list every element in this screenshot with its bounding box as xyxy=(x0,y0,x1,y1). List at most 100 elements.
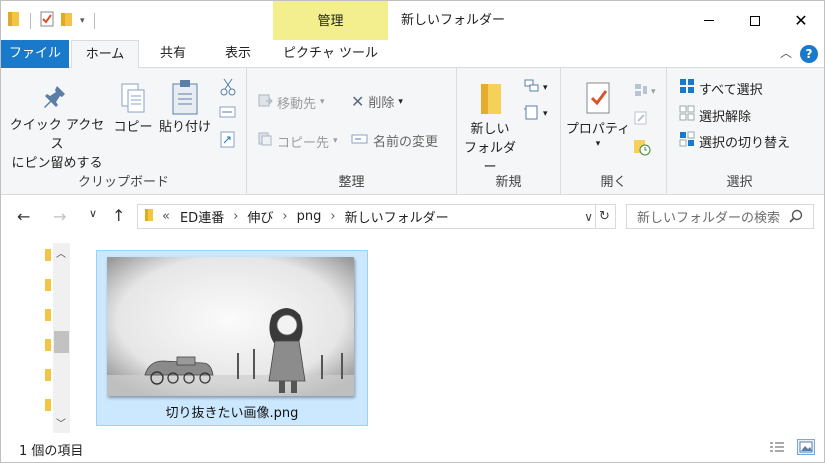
up-arrow-icon[interactable]: ↑ xyxy=(112,206,125,225)
nav-folder-icon[interactable] xyxy=(45,279,51,291)
select-none-icon xyxy=(679,105,695,125)
new-item-icon xyxy=(523,78,541,97)
image-thumbnail xyxy=(107,257,354,396)
nav-folder-icon[interactable] xyxy=(45,339,51,351)
nav-folder-icon[interactable] xyxy=(45,309,51,321)
chevron-down-icon: ▾ xyxy=(543,108,548,119)
select-all-button[interactable]: すべて選択 xyxy=(679,78,763,98)
minimize-icon xyxy=(704,20,714,21)
collapse-ribbon-chevron-up-icon[interactable]: ︿ xyxy=(780,44,792,61)
move-to-button[interactable]: 移動先 ▾ xyxy=(257,92,325,112)
new-folder-button[interactable]: 新しい フォルダー xyxy=(459,80,521,177)
delete-button[interactable]: ✕ 削除 ▾ xyxy=(351,92,403,111)
delete-label: 削除 xyxy=(368,96,395,111)
file-item[interactable]: 切り抜きたい画像.png xyxy=(96,250,368,426)
new-folder-icon[interactable] xyxy=(60,11,74,30)
organize-group: 移動先 ▾ ✕ 削除 ▾ コピー先 ▾ 名前の変更 整理 xyxy=(247,68,457,195)
folder-icon xyxy=(144,208,154,226)
help-icon[interactable]: ? xyxy=(800,45,818,63)
breadcrumb-overflow[interactable]: « xyxy=(162,209,170,224)
easy-access-button[interactable]: ▾ xyxy=(523,104,548,123)
edit-icon[interactable] xyxy=(633,110,649,129)
copy-button[interactable]: コピー xyxy=(111,82,155,137)
quick-access-toolbar: ▾ xyxy=(7,11,98,30)
history-icon[interactable] xyxy=(633,138,651,159)
folder-icon[interactable] xyxy=(7,11,21,30)
chevron-down-icon: ▾ xyxy=(651,86,656,97)
address-bar[interactable]: « ED連番 › 伸び › png › 新しいフォルダー ∨ ↻ xyxy=(137,204,616,229)
copy-path-icon[interactable] xyxy=(219,104,237,123)
new-group-label: 新規 xyxy=(495,175,522,190)
paste-shortcut-icon[interactable] xyxy=(219,130,237,151)
scroll-up-chevron-icon[interactable]: ︿ xyxy=(56,245,66,260)
new-item-button[interactable]: ▾ xyxy=(523,78,548,97)
close-button[interactable]: ✕ xyxy=(778,1,824,40)
navigation-pane-scrollbar[interactable]: ︿ ﹀ xyxy=(53,243,70,433)
details-view-icon[interactable] xyxy=(769,441,785,459)
open-button[interactable]: ▾ xyxy=(633,82,656,101)
large-icons-view-icon[interactable] xyxy=(797,439,815,455)
nav-folder-icon[interactable] xyxy=(45,399,51,411)
breadcrumb-new-folder[interactable]: 新しいフォルダー xyxy=(345,207,449,226)
invert-selection-button[interactable]: 選択の切り替え xyxy=(679,131,790,151)
maximize-icon xyxy=(750,15,760,26)
refresh-icon[interactable]: ↻ xyxy=(595,205,613,228)
tab-file[interactable]: ファイル xyxy=(1,40,69,68)
recent-locations-chevron-down-icon[interactable]: ∨ xyxy=(89,207,97,220)
tab-home[interactable]: ホーム xyxy=(71,40,139,69)
customize-toolbar-chevron-down-icon[interactable]: ▾ xyxy=(80,16,85,26)
scroll-down-chevron-icon[interactable]: ﹀ xyxy=(56,415,66,430)
window-title: 新しいフォルダー xyxy=(401,13,506,28)
organize-group-label: 整理 xyxy=(338,175,365,190)
properties-icon[interactable] xyxy=(40,11,54,30)
invert-selection-icon xyxy=(679,131,695,151)
breadcrumb-ed-renban[interactable]: ED連番 xyxy=(180,207,224,226)
address-history-chevron-down-icon[interactable]: ∨ xyxy=(584,210,593,224)
nav-folder-icon[interactable] xyxy=(45,249,51,261)
ribbon-tabs: ファイル ホーム 共有 表示 ピクチャ ツール ︿ ? xyxy=(1,40,824,69)
breadcrumb-png[interactable]: png xyxy=(297,209,322,224)
minimize-button[interactable] xyxy=(686,1,732,40)
search-input[interactable]: 新しいフォルダーの検索 xyxy=(637,207,780,226)
clipboard-group: クイック アクセス にピン留めする コピー 貼り付け クリップボード xyxy=(1,68,247,195)
select-group-label: 選択 xyxy=(726,175,753,190)
clipboard-group-label: クリップボード xyxy=(77,175,169,190)
breadcrumb-nobi[interactable]: 伸び xyxy=(247,207,273,226)
easy-access-icon xyxy=(523,104,541,123)
open-icon xyxy=(633,82,649,101)
chevron-down-icon: ▾ xyxy=(543,82,548,93)
tab-share[interactable]: 共有 xyxy=(141,40,205,68)
new-group: 新しい フォルダー ▾ ▾ 新規 xyxy=(457,68,561,195)
back-arrow-icon[interactable]: ← xyxy=(17,207,30,226)
maximize-button[interactable] xyxy=(732,1,778,40)
paste-label: 貼り付け xyxy=(158,120,211,135)
file-name: 切り抜きたい画像.png xyxy=(165,406,299,421)
tab-view[interactable]: 表示 xyxy=(207,40,269,68)
paste-button[interactable]: 貼り付け xyxy=(156,78,214,137)
file-explorer-window: ▾ 管理 新しいフォルダー ✕ ファイル ホーム 共有 表示 ピクチャ ツール … xyxy=(0,0,825,463)
copy-to-button[interactable]: コピー先 ▾ xyxy=(257,131,338,151)
invert-selection-label: 選択の切り替え xyxy=(699,135,791,151)
delete-x-icon: ✕ xyxy=(351,92,365,111)
search-box[interactable]: 新しいフォルダーの検索 xyxy=(626,204,814,229)
copy-to-label: コピー先 xyxy=(277,135,330,151)
chevron-down-icon: ▾ xyxy=(398,96,403,107)
select-all-label: すべて選択 xyxy=(699,82,763,98)
copy-label: コピー xyxy=(113,120,153,135)
toolbar-separator xyxy=(30,12,31,29)
scroll-thumb[interactable] xyxy=(54,331,69,353)
pin-to-quick-access-button[interactable]: クイック アクセス にピン留めする xyxy=(7,84,107,173)
nav-folder-icon[interactable] xyxy=(45,369,51,381)
properties-button[interactable]: プロパティ ▾ xyxy=(565,80,631,149)
select-none-label: 選択解除 xyxy=(699,109,752,125)
rename-button[interactable]: 名前の変更 xyxy=(351,131,438,150)
new-folder-label-line1: 新しい xyxy=(470,122,510,137)
search-icon xyxy=(789,209,803,227)
tab-picture-tools[interactable]: ピクチャ ツール xyxy=(273,40,388,68)
context-tab-group-manage: 管理 xyxy=(273,1,388,40)
chevron-down-icon: ▾ xyxy=(333,136,338,146)
breadcrumb-separator-icon: › xyxy=(330,209,336,224)
select-none-button[interactable]: 選択解除 xyxy=(679,105,751,125)
cut-icon[interactable] xyxy=(219,78,237,99)
forward-arrow-icon[interactable]: → xyxy=(53,207,66,226)
